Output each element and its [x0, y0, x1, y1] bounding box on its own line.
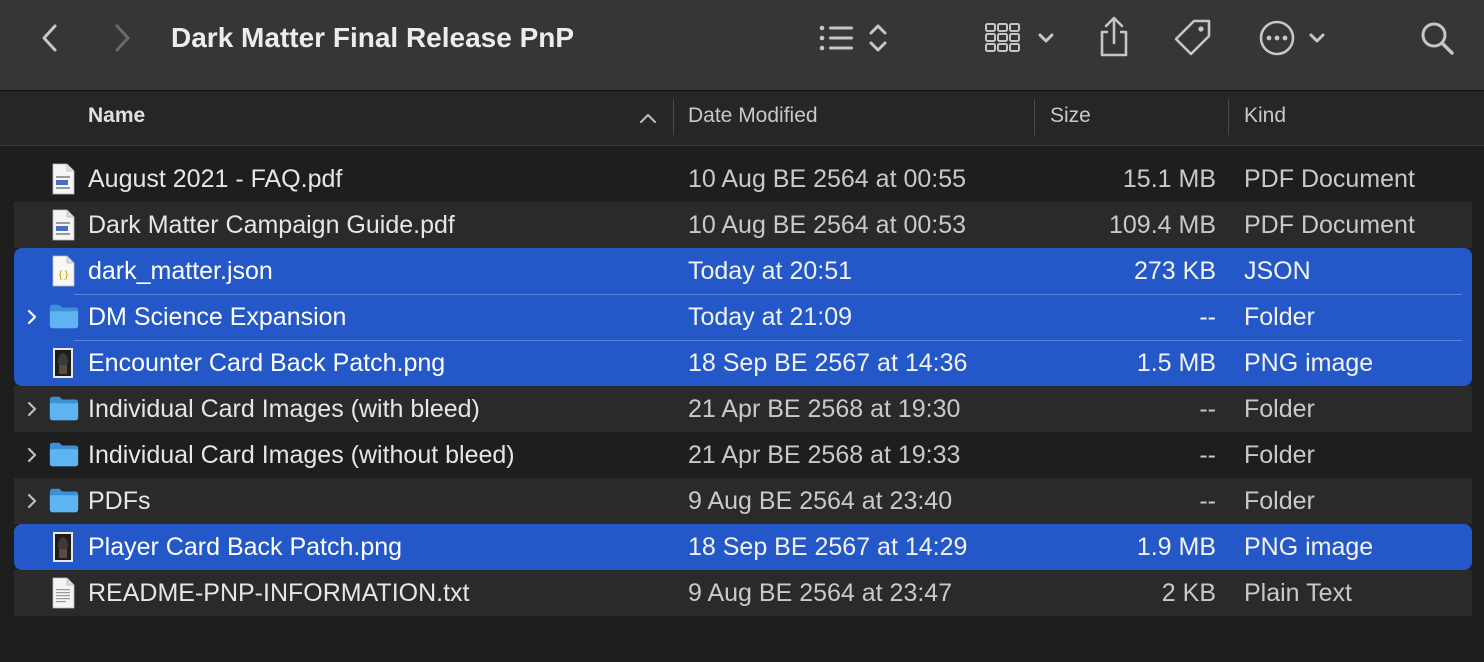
column-name[interactable]: Name: [88, 91, 145, 145]
column-divider[interactable]: [1228, 99, 1229, 135]
file-size: 109.4 MB: [1108, 211, 1216, 239]
image-file-icon: [48, 347, 78, 379]
folder-row[interactable]: Individual Card Images (without bleed) 21…: [14, 432, 1472, 478]
file-name: dark_matter.json: [88, 257, 273, 285]
file-date-modified: Today at 20:51: [688, 257, 853, 285]
file-row[interactable]: README-PNP-INFORMATION.txt 9 Aug BE 2564 …: [14, 570, 1472, 616]
file-row[interactable]: Player Card Back Patch.png 18 Sep BE 2567…: [14, 524, 1472, 570]
folder-row[interactable]: PDFs 9 Aug BE 2564 at 23:40 -- Folder: [14, 478, 1472, 524]
file-row[interactable]: {} dark_matter.json Today at 20:51 273 KB JS…: [14, 248, 1472, 294]
text-file-icon: [48, 577, 78, 609]
file-kind: Folder: [1244, 487, 1315, 515]
folder-row[interactable]: DM Science Expansion Today at 21:09 -- Fold…: [14, 294, 1472, 340]
pdf-file-icon: [48, 163, 78, 195]
pdf-file-icon: [48, 209, 78, 241]
file-kind: PDF Document: [1244, 211, 1415, 239]
column-size[interactable]: Size: [1050, 91, 1091, 145]
file-size: --: [1199, 395, 1216, 423]
file-list: August 2021 - FAQ.pdf 10 Aug BE 2564 at 0…: [14, 156, 1472, 616]
search-icon: [1421, 22, 1454, 55]
column-date-modified[interactable]: Date Modified: [688, 91, 818, 145]
folder-row[interactable]: Individual Card Images (with bleed) 21 Ap…: [14, 386, 1472, 432]
file-kind: Folder: [1244, 395, 1315, 423]
file-date-modified: 18 Sep BE 2567 at 14:36: [688, 349, 968, 377]
file-date-modified: 21 Apr BE 2568 at 19:30: [688, 395, 961, 423]
file-date-modified: 9 Aug BE 2564 at 23:40: [688, 487, 953, 515]
back-button[interactable]: [32, 18, 68, 58]
forward-button[interactable]: [104, 18, 140, 58]
file-row[interactable]: Encounter Card Back Patch.png 18 Sep BE 2…: [14, 340, 1472, 386]
list-icon: [819, 24, 887, 52]
group-button[interactable]: [982, 18, 1060, 58]
file-row[interactable]: August 2021 - FAQ.pdf 10 Aug BE 2564 at 0…: [14, 156, 1472, 202]
file-row[interactable]: Dark Matter Campaign Guide.pdf 10 Aug BE …: [14, 202, 1472, 248]
sort-ascending-icon[interactable]: [639, 111, 657, 125]
column-kind[interactable]: Kind: [1244, 91, 1286, 145]
file-kind: Folder: [1244, 303, 1315, 331]
toolbar: Dark Matter Final Release PnP: [0, 0, 1484, 91]
share-icon: [1100, 16, 1128, 57]
file-kind: Folder: [1244, 441, 1315, 469]
file-kind: JSON: [1244, 257, 1311, 285]
file-size: 273 KB: [1133, 257, 1216, 285]
folder-file-icon: [48, 301, 79, 333]
file-size: 15.1 MB: [1122, 165, 1216, 193]
file-kind: PNG image: [1244, 533, 1374, 561]
file-name: Individual Card Images (without bleed): [88, 441, 515, 469]
file-name: Encounter Card Back Patch.png: [88, 349, 446, 377]
share-button[interactable]: [1094, 14, 1134, 60]
view-options-button[interactable]: [814, 18, 894, 58]
file-size: --: [1199, 487, 1216, 515]
tag-icon: [1174, 19, 1211, 56]
folder-file-icon: [48, 439, 79, 471]
search-button[interactable]: [1416, 16, 1458, 60]
chevron-left-icon: [42, 24, 57, 52]
disclosure-triangle-icon[interactable]: [22, 478, 42, 524]
file-name: README-PNP-INFORMATION.txt: [88, 579, 470, 607]
file-size: 1.9 MB: [1136, 533, 1216, 561]
file-size: 2 KB: [1161, 579, 1216, 607]
folder-file-icon: [48, 393, 79, 425]
file-size: --: [1199, 441, 1216, 469]
file-name: Dark Matter Campaign Guide.pdf: [88, 211, 455, 239]
file-kind: PDF Document: [1244, 165, 1415, 193]
window-title: Dark Matter Final Release PnP: [171, 22, 575, 53]
file-size: --: [1199, 303, 1216, 331]
disclosure-triangle-icon[interactable]: [22, 432, 42, 478]
file-date-modified: 21 Apr BE 2568 at 19:33: [688, 441, 961, 469]
ellipsis-circle-icon: [1259, 20, 1325, 56]
tags-button[interactable]: [1170, 16, 1216, 60]
file-kind: Plain Text: [1244, 579, 1352, 607]
column-divider[interactable]: [1034, 99, 1035, 135]
file-size: 1.5 MB: [1136, 349, 1216, 377]
disclosure-triangle-icon[interactable]: [22, 386, 42, 432]
file-name: Player Card Back Patch.png: [88, 533, 403, 561]
file-date-modified: Today at 21:09: [688, 303, 853, 331]
file-name: Individual Card Images (with bleed): [88, 395, 480, 423]
file-date-modified: 10 Aug BE 2564 at 00:53: [688, 211, 967, 239]
column-divider[interactable]: [673, 99, 674, 135]
image-file-icon: [48, 531, 78, 563]
json-file-icon: {}: [48, 255, 78, 287]
file-kind: PNG image: [1244, 349, 1374, 377]
more-actions-button[interactable]: [1256, 16, 1332, 60]
column-header-bar: Name Date Modified Size Kind: [0, 91, 1484, 146]
svg-text:{}: {}: [57, 270, 69, 281]
file-name: August 2021 - FAQ.pdf: [88, 165, 343, 193]
chevron-right-icon: [115, 24, 130, 52]
file-date-modified: 18 Sep BE 2567 at 14:29: [688, 533, 968, 561]
disclosure-triangle-icon[interactable]: [22, 294, 42, 340]
grid-icon: [985, 23, 1054, 52]
file-date-modified: 10 Aug BE 2564 at 00:55: [688, 165, 967, 193]
file-date-modified: 9 Aug BE 2564 at 23:47: [688, 579, 953, 607]
folder-file-icon: [48, 485, 79, 517]
file-name: PDFs: [88, 487, 151, 515]
file-name: DM Science Expansion: [88, 303, 347, 331]
